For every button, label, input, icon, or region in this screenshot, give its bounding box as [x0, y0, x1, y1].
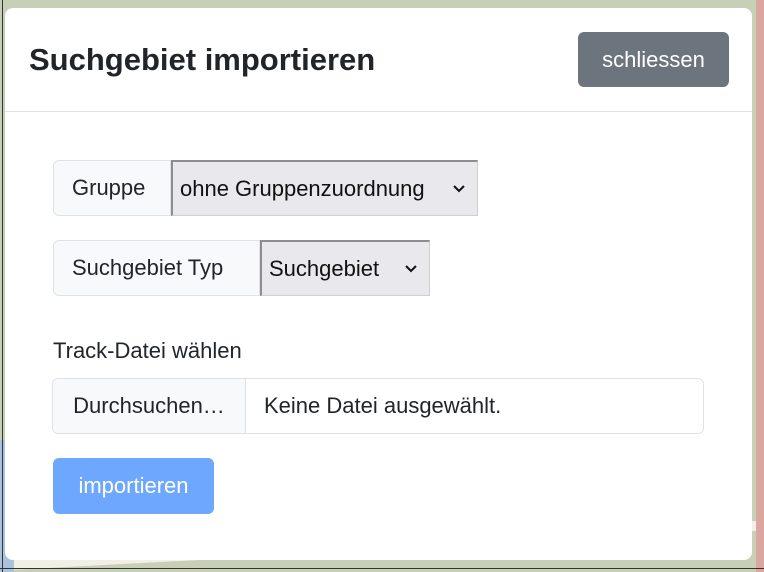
- browse-button[interactable]: Durchsuchen…: [53, 379, 246, 433]
- map-grid-line: [0, 568, 764, 569]
- type-label: Suchgebiet Typ: [53, 240, 260, 296]
- chevron-down-icon: [403, 261, 419, 277]
- file-status-text: Keine Datei ausgewählt.: [264, 393, 502, 418]
- track-file-input[interactable]: Durchsuchen… Keine Datei ausgewählt.: [52, 378, 704, 434]
- track-file-label: Track-Datei wählen: [53, 338, 242, 363]
- group-label: Gruppe: [53, 160, 171, 216]
- type-select-value: Suchgebiet: [269, 255, 380, 281]
- map-grid-line: [2, 0, 3, 572]
- group-select[interactable]: ohne Gruppenzuordnung: [171, 160, 478, 216]
- chevron-down-icon: [451, 181, 467, 197]
- type-select[interactable]: Suchgebiet: [260, 240, 430, 296]
- group-select-value: ohne Gruppenzuordnung: [180, 175, 425, 201]
- map-road: [756, 0, 764, 572]
- import-dialog: Suchgebiet importieren schliessen Gruppe…: [5, 8, 752, 560]
- type-input-group: Suchgebiet Typ Suchgebiet: [53, 240, 430, 296]
- group-input-group: Gruppe ohne Gruppenzuordnung: [53, 160, 478, 216]
- import-button[interactable]: importieren: [53, 458, 214, 514]
- dialog-header: Suchgebiet importieren schliessen: [5, 8, 752, 112]
- close-button[interactable]: schliessen: [578, 32, 729, 87]
- dialog-title: Suchgebiet importieren: [29, 42, 376, 77]
